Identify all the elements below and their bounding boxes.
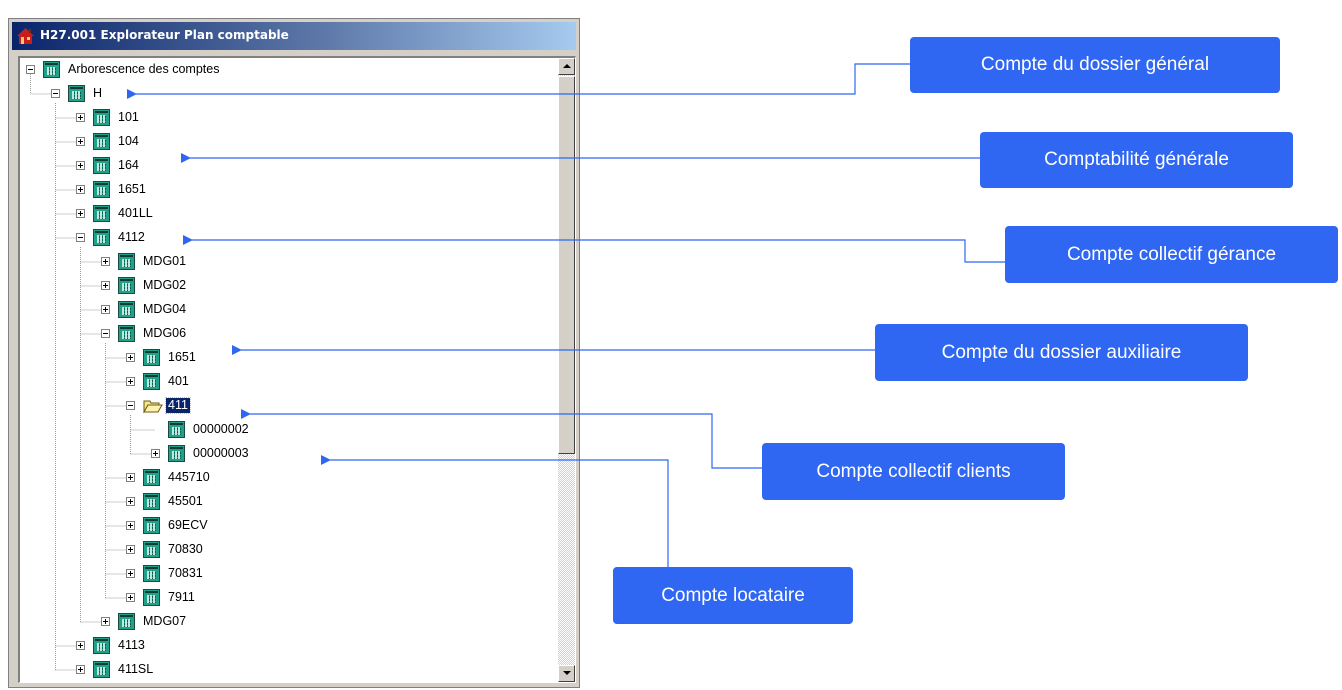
callout-tenant-account: Compte locataire [613, 567, 853, 624]
collapse-toggle[interactable] [26, 65, 35, 74]
open-folder-icon [143, 400, 163, 413]
tree-node-label: 00000003 [193, 446, 249, 460]
tree-node-label: 1651 [118, 182, 146, 196]
account-icon [143, 349, 160, 366]
expand-toggle[interactable] [126, 521, 135, 530]
account-icon [93, 229, 110, 246]
expand-toggle[interactable] [101, 617, 110, 626]
title-bar[interactable]: H27.001 Explorateur Plan comptable [12, 22, 576, 50]
tree-node-label: 7911 [168, 590, 195, 604]
tree-node-label: MDG02 [143, 278, 187, 292]
expand-toggle[interactable] [126, 377, 135, 386]
tree-node-label: 164 [118, 158, 139, 172]
callout-collective-clients-account: Compte collectif clients [762, 443, 1065, 500]
tree-node-label: 45501 [168, 494, 203, 508]
vertical-scrollbar[interactable] [558, 58, 575, 682]
tree-node-label: 104 [118, 134, 139, 148]
tree-node-label: MDG07 [143, 614, 187, 628]
tree-node-label: MDG06 [143, 326, 187, 340]
scroll-thumb[interactable] [558, 76, 575, 454]
account-icon [118, 253, 135, 270]
account-icon [93, 205, 110, 222]
account-tree[interactable]: Arborescence des comptes H 101 104 164 1… [18, 56, 576, 683]
account-icon [68, 85, 85, 102]
tree-node-label: 4112 [118, 230, 145, 244]
account-icon [93, 133, 110, 150]
expand-toggle[interactable] [151, 449, 160, 458]
tree-node-label: 00000002 [193, 422, 249, 436]
collapse-toggle[interactable] [101, 329, 110, 338]
expand-toggle[interactable] [126, 353, 135, 362]
account-icon [93, 181, 110, 198]
expand-toggle[interactable] [76, 161, 85, 170]
tree-node-label: 411 [165, 397, 191, 414]
account-icon [93, 109, 110, 126]
callout-collective-management-account: Compte collectif gérance [1005, 226, 1338, 283]
scroll-up-button[interactable] [558, 58, 575, 75]
account-icon [143, 589, 160, 606]
tree-node-label: 70830 [168, 542, 203, 556]
account-icon [118, 301, 135, 318]
expand-toggle[interactable] [126, 569, 135, 578]
tree-node-label: MDG04 [143, 302, 187, 316]
tree-lines [30, 70, 155, 671]
tree-node-label: MDG01 [143, 254, 187, 268]
arrow-down-icon [563, 671, 571, 675]
account-icon [118, 325, 135, 342]
account-icon [143, 373, 160, 390]
expand-toggle[interactable] [76, 641, 85, 650]
expand-toggle[interactable] [126, 545, 135, 554]
expand-toggle[interactable] [76, 185, 85, 194]
tree-node-label: 401 [168, 374, 189, 388]
window-title: H27.001 Explorateur Plan comptable [40, 28, 289, 42]
expand-toggle[interactable] [126, 593, 135, 602]
tree-node-label: 411SL [118, 662, 154, 676]
tree-node-label: 401LL [118, 206, 153, 220]
account-icon [43, 61, 60, 78]
expand-toggle[interactable] [76, 209, 85, 218]
expand-toggle[interactable] [101, 305, 110, 314]
tree-node-label: 4113 [118, 638, 145, 652]
tree-node-label: 445710 [168, 470, 210, 484]
account-icon [143, 517, 160, 534]
account-icon [93, 157, 110, 174]
tree-node-label: 70831 [168, 566, 203, 580]
account-icon [118, 277, 135, 294]
tree-node-label: 69ECV [168, 518, 208, 532]
explorer-window: H27.001 Explorateur Plan comptable Arbor… [8, 18, 580, 688]
account-icon [143, 493, 160, 510]
account-icon [168, 445, 185, 462]
expand-toggle[interactable] [126, 473, 135, 482]
callout-general-accounting: Comptabilité générale [980, 132, 1293, 188]
account-icon [168, 421, 185, 438]
account-icon [118, 613, 135, 630]
house-icon [17, 28, 34, 44]
scroll-down-button[interactable] [558, 665, 575, 682]
expand-toggle[interactable] [126, 497, 135, 506]
tree-node-label: H [93, 86, 103, 100]
expand-toggle[interactable] [76, 137, 85, 146]
tree-node-label: Arborescence des comptes [68, 62, 220, 76]
collapse-toggle[interactable] [126, 401, 135, 410]
arrow-up-icon [563, 64, 571, 68]
callout-auxiliary-folder-account: Compte du dossier auxiliaire [875, 324, 1248, 381]
account-icon [143, 565, 160, 582]
tree-node-label: 1651 [168, 350, 196, 364]
expand-toggle[interactable] [101, 281, 110, 290]
expand-toggle[interactable] [101, 257, 110, 266]
callout-general-folder-account: Compte du dossier général [910, 37, 1280, 93]
account-icon [93, 637, 110, 654]
expand-toggle[interactable] [76, 665, 85, 674]
account-icon [93, 661, 110, 678]
collapse-toggle[interactable] [76, 233, 85, 242]
collapse-toggle[interactable] [51, 89, 60, 98]
tree-node-label: 101 [118, 110, 139, 124]
account-icon [143, 541, 160, 558]
expand-toggle[interactable] [76, 113, 85, 122]
account-icon [143, 469, 160, 486]
